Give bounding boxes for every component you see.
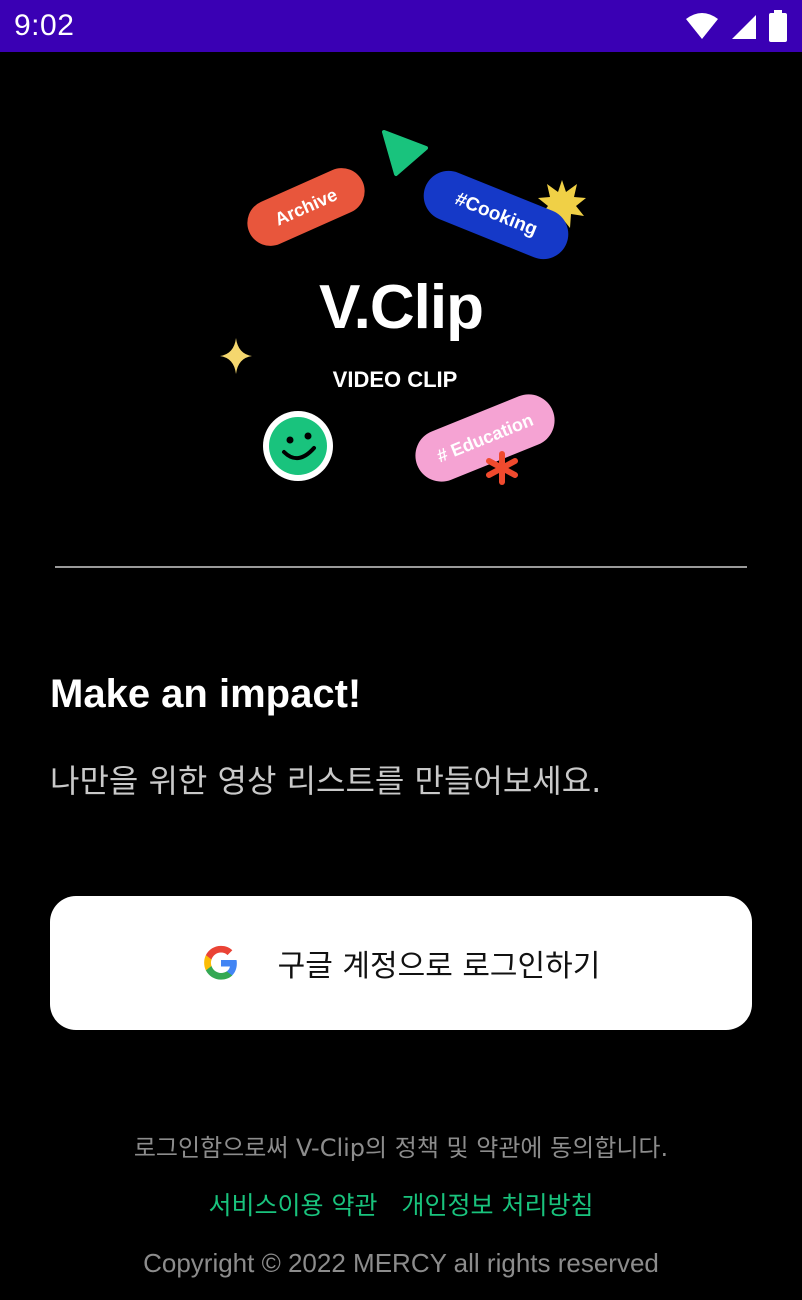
wifi-icon [686,13,718,39]
sticker-archive: Archive [240,160,372,254]
google-g-icon [203,945,237,980]
logo-illustration: Archive #Cooking V.Clip VIDEO CLIP # Edu… [0,52,802,522]
headline: Make an impact! [50,672,362,716]
battery-icon [769,10,787,42]
privacy-policy-link[interactable]: 개인정보 처리방침 [402,1186,594,1222]
agreement-text: 로그인함으로써 V-Clip의 정책 및 약관에 동의합니다. [133,1134,669,1162]
copyright-text: Copyright © 2022 MERCY all rights reserv… [143,1248,659,1278]
asterisk-icon [486,451,518,485]
google-login-button[interactable]: 구글 계정으로 로그인하기 [50,896,752,1030]
status-bar: 9:02 [0,0,802,52]
google-login-label: 구글 계정으로 로그인하기 [277,949,601,984]
app-logo-subtitle: VIDEO CLIP [332,367,458,392]
policy-links: 서비스이용 약관 개인정보 처리방침 [0,1186,802,1222]
divider [55,566,747,568]
headline-subtitle: 나만을 위한 영상 리스트를 만들어보세요. [50,762,602,800]
status-time: 9:02 [14,9,75,42]
play-triangle-icon [382,130,428,176]
cell-signal-icon [732,15,756,39]
status-icons [684,10,788,42]
smiley-icon [263,411,333,481]
terms-of-service-link[interactable]: 서비스이용 약관 [209,1186,378,1222]
app-logo-title: V.Clip [319,273,484,342]
